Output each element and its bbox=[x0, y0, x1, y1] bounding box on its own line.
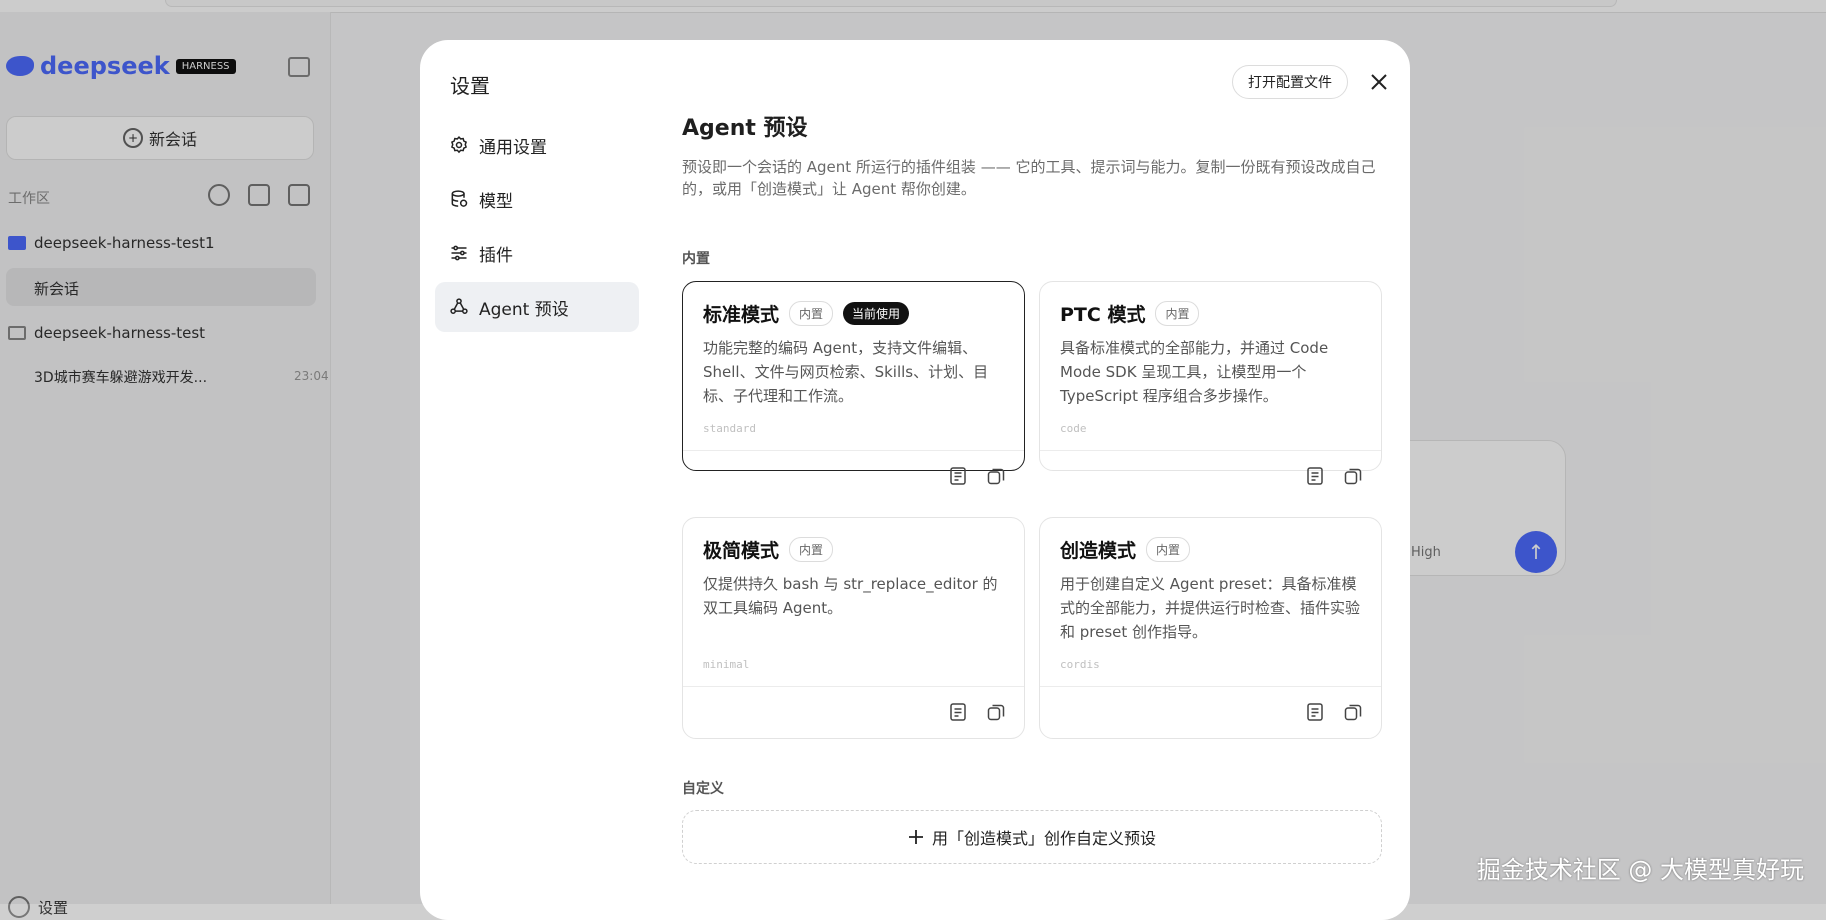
nav-label: 插件 bbox=[479, 245, 513, 266]
close-button[interactable] bbox=[1366, 69, 1392, 95]
dialog-title: 设置 bbox=[450, 74, 490, 98]
copy-icon[interactable] bbox=[986, 466, 1006, 486]
builtin-badge: 内置 bbox=[789, 301, 834, 326]
gear-icon bbox=[450, 135, 468, 154]
copy-icon[interactable] bbox=[986, 702, 1006, 722]
preset-id: standard bbox=[703, 422, 756, 435]
open-config-button[interactable]: 打开配置文件 bbox=[1232, 65, 1348, 99]
add-custom-preset-button[interactable]: 用「创造模式」创作自定义预设 bbox=[682, 810, 1382, 864]
add-custom-label: 用「创造模式」创作自定义预设 bbox=[931, 829, 1156, 848]
preset-title: PTC 模式 bbox=[1060, 304, 1146, 326]
nav-label: 通用设置 bbox=[479, 137, 547, 158]
settings-dialog: 设置 通用设置 模型 插件 Agent 预设 打开配置文件 Agent 预设 预… bbox=[420, 40, 1410, 920]
preset-id: minimal bbox=[703, 658, 750, 671]
preset-card[interactable]: PTC 模式 内置 具备标准模式的全部能力，并通过 Code Mode SDK … bbox=[1039, 281, 1382, 485]
nav-label: Agent 预设 bbox=[479, 299, 569, 320]
custom-section-label: 自定义 bbox=[682, 781, 724, 797]
database-icon bbox=[451, 190, 468, 207]
sliders-icon bbox=[451, 245, 467, 261]
nav-item-models[interactable]: 模型 bbox=[435, 174, 639, 224]
agent-presets-panel: Agent 预设 预设即一个会话的 Agent 所运行的插件组装 —— 它的工具… bbox=[682, 110, 1382, 864]
preset-card[interactable]: 标准模式 内置 当前使用 功能完整的编码 Agent，支持文件编辑、Shell、… bbox=[682, 281, 1025, 485]
nav-item-plugins[interactable]: 插件 bbox=[435, 228, 639, 278]
preset-description: 用于创建自定义 Agent preset：具备标准模式的全部能力，并提供运行时检… bbox=[1060, 575, 1361, 641]
copy-icon[interactable] bbox=[1343, 702, 1363, 722]
preset-id: cordis bbox=[1060, 658, 1100, 671]
view-file-icon[interactable] bbox=[1305, 466, 1325, 486]
preset-title: 标准模式 bbox=[703, 304, 780, 326]
current-badge: 当前使用 bbox=[843, 302, 910, 325]
watermark: 掘金技术社区 @ 大模型真好玩 bbox=[1476, 856, 1804, 884]
preset-card[interactable]: 创造模式 内置 用于创建自定义 Agent preset：具备标准模式的全部能力… bbox=[1039, 517, 1382, 739]
agent-icon bbox=[450, 298, 468, 314]
builtin-badge: 内置 bbox=[1155, 301, 1200, 326]
builtin-badge: 内置 bbox=[1146, 537, 1191, 562]
preset-description: 具备标准模式的全部能力，并通过 Code Mode SDK 呈现工具，让模型用一… bbox=[1060, 339, 1329, 405]
preset-id: code bbox=[1060, 422, 1087, 435]
close-icon bbox=[1371, 74, 1387, 90]
settings-nav: 通用设置 模型 插件 Agent 预设 bbox=[435, 120, 639, 336]
copy-icon[interactable] bbox=[1343, 466, 1363, 486]
view-file-icon[interactable] bbox=[948, 702, 968, 722]
plus-icon bbox=[908, 830, 923, 844]
builtin-badge: 内置 bbox=[789, 537, 834, 562]
preset-description: 仅提供持久 bash 与 str_replace_editor 的双工具编码 A… bbox=[703, 575, 998, 617]
view-file-icon[interactable] bbox=[948, 466, 968, 486]
view-file-icon[interactable] bbox=[1305, 702, 1325, 722]
nav-label: 模型 bbox=[479, 191, 513, 212]
preset-card[interactable]: 极简模式 内置 仅提供持久 bash 与 str_replace_editor … bbox=[682, 517, 1025, 739]
preset-title: 创造模式 bbox=[1060, 540, 1137, 562]
page-description: 预设即一个会话的 Agent 所运行的插件组装 —— 它的工具、提示词与能力。复… bbox=[682, 158, 1376, 198]
nav-item-general[interactable]: 通用设置 bbox=[435, 120, 639, 170]
page-title: Agent 预设 bbox=[682, 116, 808, 141]
nav-item-agent-presets[interactable]: Agent 预设 bbox=[435, 282, 639, 332]
preset-title: 极简模式 bbox=[703, 540, 780, 562]
builtin-section-label: 内置 bbox=[682, 251, 710, 267]
preset-description: 功能完整的编码 Agent，支持文件编辑、Shell、文件与网页检索、Skill… bbox=[703, 339, 989, 405]
